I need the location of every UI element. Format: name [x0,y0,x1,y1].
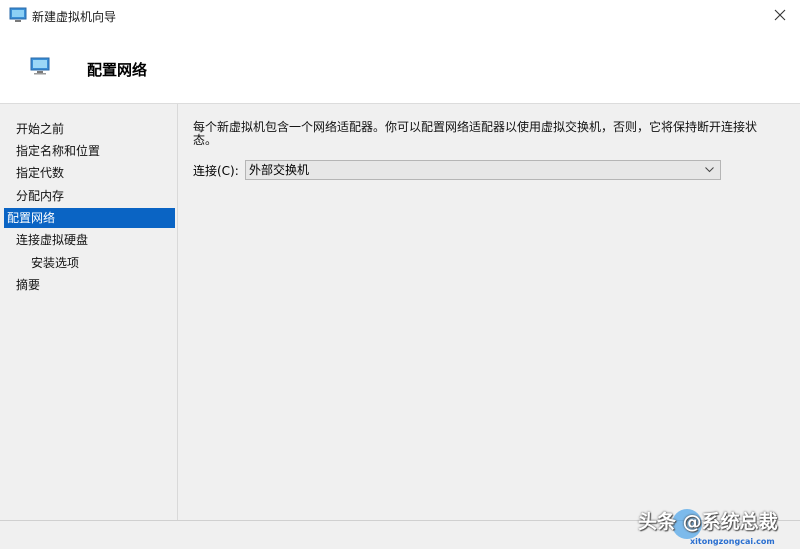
step-configure-network[interactable]: 配置网络 [4,208,175,228]
step-memory[interactable]: 分配内存 [4,186,175,206]
network-adapter-icon [30,57,50,75]
watermark-text: 头条 @系统总裁 [638,511,778,533]
connection-label: 连接(C): [193,164,239,178]
window-title: 新建虚拟机向导 [32,10,117,24]
step-connect-disk[interactable]: 连接虚拟硬盘 [4,230,175,250]
chevron-down-icon [705,167,714,173]
watermark: 头条 @系统总裁 xitongzongcai.com [638,503,798,547]
description-text: 每个新虚拟机包含一个网络适配器。你可以配置网络适配器以使用虚拟交换机，否则，它将… [193,120,758,147]
step-summary[interactable]: 摘要 [4,275,175,295]
watermark-url: xitongzongcai.com [690,537,775,546]
virtual-machine-icon [9,7,27,22]
page-title: 配置网络 [87,61,148,79]
step-before-you-begin[interactable]: 开始之前 [4,119,175,139]
close-icon [774,9,786,21]
step-name-location[interactable]: 指定名称和位置 [4,141,175,161]
wizard-steps: 开始之前 指定名称和位置 指定代数 分配内存 配置网络 连接虚拟硬盘 安装选项 … [0,104,178,520]
connection-select[interactable]: 外部交换机 [245,160,721,180]
connection-value: 外部交换机 [249,163,310,177]
title-bar: 新建虚拟机向导 [0,0,800,30]
step-install-options[interactable]: 安装选项 [4,253,175,273]
wizard-header: 配置网络 [0,30,800,104]
close-button[interactable] [760,0,800,30]
step-generation[interactable]: 指定代数 [4,163,175,183]
